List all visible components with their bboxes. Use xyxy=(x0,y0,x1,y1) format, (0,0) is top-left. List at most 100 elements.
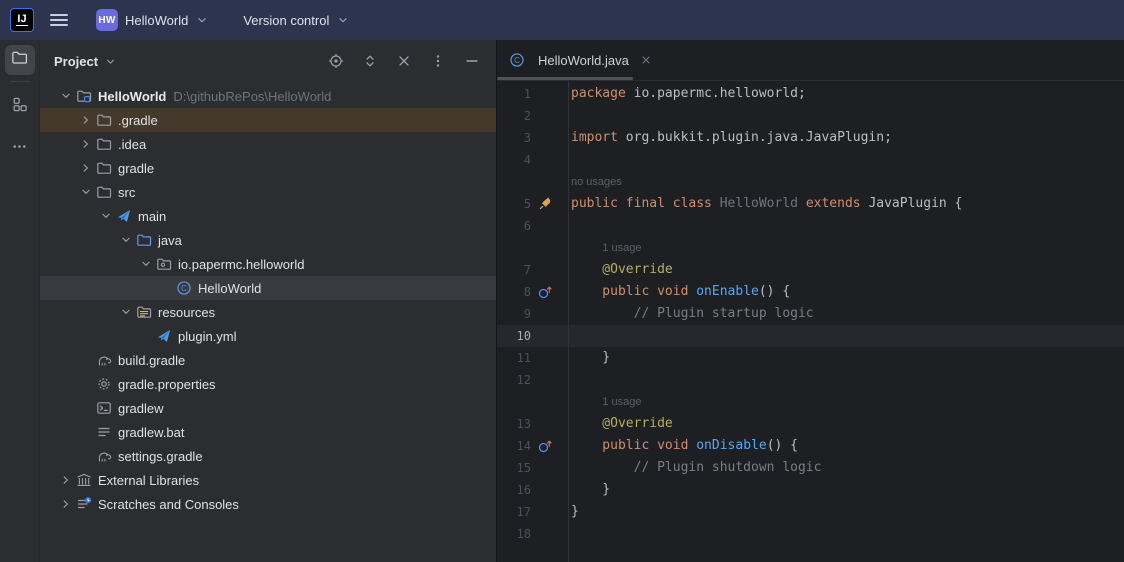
code-line-16[interactable]: 16 } xyxy=(497,479,1124,501)
chevron-right-icon[interactable] xyxy=(76,112,96,128)
code-line-2[interactable]: 2 xyxy=(497,105,1124,127)
code-line-9[interactable]: 9 // Plugin startup logic xyxy=(497,303,1124,325)
tree-item-helloworld[interactable]: HelloWorldD:\githubRePos\HelloWorld xyxy=(40,84,496,108)
inlay-hint-row[interactable]: no usages xyxy=(497,171,1124,193)
tree-item-src[interactable]: src xyxy=(40,180,496,204)
code-line-6[interactable]: 6 xyxy=(497,215,1124,237)
line-number: 6 xyxy=(497,215,531,237)
inlay-hint-row[interactable]: 1 usage xyxy=(497,237,1124,259)
inlay-hint-row[interactable]: 1 usage xyxy=(497,391,1124,413)
code-token: import xyxy=(571,130,626,145)
editor-tab-bar: C HelloWorld.java xyxy=(497,40,1124,81)
close-tab-icon[interactable] xyxy=(638,52,654,68)
gutter-plugin-icon[interactable] xyxy=(531,193,571,215)
usages-inlay-hint[interactable]: no usages xyxy=(571,176,622,188)
expand-all-button[interactable] xyxy=(358,49,382,73)
code-token: HelloWorld xyxy=(720,196,798,211)
chevron-down-icon[interactable] xyxy=(76,184,96,200)
folder-resources-icon xyxy=(136,304,152,320)
tree-item-build-gradle[interactable]: build.gradle xyxy=(40,348,496,372)
intellij-logo-icon[interactable]: IJ xyxy=(10,8,34,32)
code-editor[interactable]: 1package io.papermc.helloworld;23import … xyxy=(497,81,1124,562)
chevron-down-icon[interactable] xyxy=(116,232,136,248)
code-line-18[interactable]: 18 xyxy=(497,523,1124,545)
chevron-right-icon[interactable] xyxy=(56,496,76,512)
tree-item-java[interactable]: java xyxy=(40,228,496,252)
code-line-13[interactable]: 13 @Override xyxy=(497,413,1124,435)
tool-window-stripe xyxy=(0,40,40,562)
code-line-14[interactable]: 14 public void onDisable() { xyxy=(497,435,1124,457)
tree-item-plugin-yml[interactable]: plugin.yml xyxy=(40,324,496,348)
vcs-widget[interactable]: Version control xyxy=(237,9,356,32)
gradle-icon xyxy=(96,352,112,368)
main-menu-button[interactable] xyxy=(50,10,68,30)
code-token: package xyxy=(571,86,634,101)
more-tool-windows-button[interactable] xyxy=(5,134,35,164)
structure-tool-window-button[interactable] xyxy=(5,92,35,122)
tree-item-scratches-and-consoles[interactable]: Scratches and Consoles xyxy=(40,492,496,516)
svg-text:C: C xyxy=(181,284,187,293)
more-horizontal-icon xyxy=(11,138,28,160)
tree-item-gradle-properties[interactable]: gradle.properties xyxy=(40,372,496,396)
locate-file-button[interactable] xyxy=(324,49,348,73)
code-line-1[interactable]: 1package io.papermc.helloworld; xyxy=(497,83,1124,105)
chevron-down-icon[interactable] xyxy=(96,208,116,224)
chevron-right-icon[interactable] xyxy=(76,136,96,152)
code-line-17[interactable]: 17} xyxy=(497,501,1124,523)
tree-item-io-papermc-helloworld[interactable]: io.papermc.helloworld xyxy=(40,252,496,276)
tree-item-path: D:\githubRePos\HelloWorld xyxy=(173,89,331,104)
line-number xyxy=(497,171,531,193)
tree-item-label: .gradle xyxy=(118,113,158,128)
editor-tab-helloworld-java[interactable]: C HelloWorld.java xyxy=(497,40,664,80)
usages-inlay-hint[interactable]: 1 usage xyxy=(602,242,641,254)
tree-item-external-libraries[interactable]: External Libraries xyxy=(40,468,496,492)
gutter-spacer xyxy=(531,369,571,391)
collapse-all-button[interactable] xyxy=(392,49,416,73)
tree-item-resources[interactable]: resources xyxy=(40,300,496,324)
code-line-7[interactable]: 7 @Override xyxy=(497,259,1124,281)
tree-item-helloworld[interactable]: CHelloWorld xyxy=(40,276,496,300)
tree-item-main[interactable]: main xyxy=(40,204,496,228)
usages-inlay-hint[interactable]: 1 usage xyxy=(602,396,641,408)
project-widget-label: HelloWorld xyxy=(125,13,188,28)
code-line-5[interactable]: 5public final class HelloWorld extends J… xyxy=(497,193,1124,215)
project-panel-title[interactable]: Project xyxy=(54,54,98,69)
project-tool-window-button[interactable] xyxy=(5,45,35,75)
tree-item-gradle[interactable]: gradle xyxy=(40,156,496,180)
tree-item--idea[interactable]: .idea xyxy=(40,132,496,156)
class-icon: C xyxy=(176,280,192,296)
tree-item-label: build.gradle xyxy=(118,353,185,368)
project-widget[interactable]: HW HelloWorld xyxy=(90,5,215,35)
code-line-12[interactable]: 12 xyxy=(497,369,1124,391)
code-line-3[interactable]: 3import org.bukkit.plugin.java.JavaPlugi… xyxy=(497,127,1124,149)
chevron-right-icon[interactable] xyxy=(56,472,76,488)
hide-panel-button[interactable] xyxy=(460,49,484,73)
code-token: () { xyxy=(767,438,798,453)
kebab-menu-button[interactable] xyxy=(426,49,450,73)
tree-item-settings-gradle[interactable]: settings.gradle xyxy=(40,444,496,468)
tree-item-gradlew[interactable]: gradlew xyxy=(40,396,496,420)
code-token: JavaPlugin { xyxy=(868,196,962,211)
gutter-spacer xyxy=(531,171,571,193)
chevron-down-icon[interactable] xyxy=(116,304,136,320)
tree-item--gradle[interactable]: .gradle xyxy=(40,108,496,132)
code-line-8[interactable]: 8 public void onEnable() { xyxy=(497,281,1124,303)
code-line-11[interactable]: 11 } xyxy=(497,347,1124,369)
tree-item-label: gradle xyxy=(118,161,154,176)
folder-icon xyxy=(96,136,112,152)
chevron-right-icon[interactable] xyxy=(76,160,96,176)
code-line-10[interactable]: 10 xyxy=(497,325,1124,347)
gutter-spacer xyxy=(531,391,571,413)
code-line-15[interactable]: 15 // Plugin shutdown logic xyxy=(497,457,1124,479)
chevron-down-icon[interactable] xyxy=(56,88,76,104)
gutter-divider xyxy=(568,81,569,562)
tab-scrollbar-thumb[interactable] xyxy=(497,77,633,80)
intellij-logo-underline xyxy=(16,25,28,27)
code-token: } xyxy=(571,350,610,365)
chevron-down-icon xyxy=(336,13,350,27)
gutter-override-icon[interactable] xyxy=(531,435,571,457)
tree-item-gradlew-bat[interactable]: gradlew.bat xyxy=(40,420,496,444)
chevron-down-icon[interactable] xyxy=(136,256,156,272)
gutter-override-icon[interactable] xyxy=(531,281,571,303)
code-line-4[interactable]: 4 xyxy=(497,149,1124,171)
